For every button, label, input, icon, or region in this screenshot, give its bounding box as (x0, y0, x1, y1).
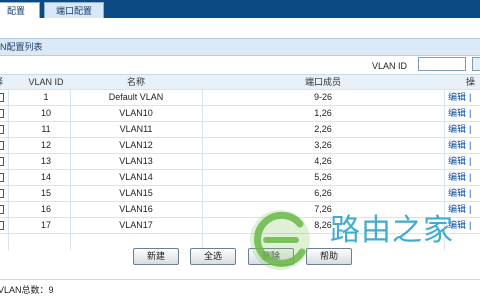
row-vlan-id: 11 (41, 124, 51, 134)
tab-port-config[interactable]: 端口配置 (44, 2, 104, 18)
tab-vlan-config[interactable]: 配置 (0, 2, 40, 18)
row-name: VLAN16 (119, 204, 153, 214)
row-checkbox[interactable] (0, 221, 4, 230)
row-vlan-id: 15 (40, 188, 51, 198)
row-name: VLAN13 (119, 156, 153, 166)
header-ops: 操 (466, 77, 476, 87)
header-ports: 端口成员 (304, 77, 341, 87)
row-vlan-id: 12 (40, 140, 51, 150)
vlan-total: VLAN总数：9 (0, 285, 54, 295)
watermark: 路由之家 (238, 200, 480, 280)
row-checkbox[interactable] (0, 141, 4, 150)
row-ports: 1,26 (314, 108, 332, 118)
row-name: VLAN17 (119, 220, 153, 230)
row-ports: 5,26 (314, 172, 332, 182)
row-vlan-id: 1 (43, 92, 49, 102)
row-ops: 编辑 | (448, 154, 480, 169)
row-checkbox[interactable] (0, 173, 4, 182)
row-checkbox[interactable] (0, 189, 4, 198)
section-title: N配置列表 (0, 42, 43, 52)
row-checkbox[interactable] (0, 109, 4, 118)
edit-link[interactable]: 编辑 (448, 140, 466, 150)
row-vlan-id: 10 (40, 108, 51, 118)
row-name: VLAN10 (119, 108, 153, 118)
edit-link[interactable]: 编辑 (448, 92, 466, 102)
row-vlan-id: 16 (40, 204, 51, 214)
vlan-id-filter-input[interactable] (418, 57, 466, 71)
row-ops: 编辑 | (448, 138, 480, 153)
vlan-id-filter-label: VLAN ID (372, 61, 408, 71)
table-row: 1 Default VLAN 9-26 编辑 | (0, 90, 480, 106)
ops-separator: | (469, 156, 472, 166)
ops-separator: | (469, 172, 472, 182)
header-name: 名称 (126, 77, 145, 87)
tab-bar: 配置 端口配置 (0, 0, 480, 18)
row-ops: 编辑 | (448, 186, 480, 201)
watermark-logo-icon (250, 210, 310, 270)
table-header-row: 择 VLAN ID 名称 端口成员 操 (0, 74, 480, 90)
row-name: VLAN12 (119, 140, 153, 150)
row-ports: 9-26 (313, 92, 332, 102)
edit-link[interactable]: 编辑 (448, 108, 466, 118)
section-header: N配置列表 (0, 38, 480, 56)
row-ops: 编辑 | (448, 106, 480, 121)
table-row: 14 VLAN14 5,26 编辑 | (0, 170, 480, 186)
row-ports: 6,26 (314, 188, 332, 198)
row-vlan-id: 17 (40, 220, 51, 230)
watermark-text: 路由之家 (330, 213, 454, 248)
table-row: 10 VLAN10 1,26 编辑 | (0, 106, 480, 122)
row-name: VLAN14 (119, 172, 153, 182)
select-all-button[interactable]: 全选 (190, 248, 236, 265)
row-vlan-id: 14 (40, 172, 51, 182)
row-checkbox[interactable] (0, 157, 4, 166)
table-row: 11 VLAN11 2,26 编辑 | (0, 122, 480, 138)
ops-separator: | (469, 92, 472, 102)
row-ops: 编辑 | (448, 122, 480, 137)
row-checkbox[interactable] (0, 205, 4, 214)
ops-separator: | (469, 140, 472, 150)
row-ops: 编辑 | (448, 90, 480, 105)
row-checkbox[interactable] (0, 125, 4, 134)
edit-link[interactable]: 编辑 (448, 172, 466, 182)
ops-separator: | (469, 188, 472, 198)
table-row: 13 VLAN13 4,26 编辑 | (0, 154, 480, 170)
row-ops: 编辑 | (448, 170, 480, 185)
row-ports: 3,26 (314, 140, 332, 150)
edit-link[interactable]: 编辑 (448, 124, 466, 134)
table-row: 12 VLAN12 3,26 编辑 | (0, 138, 480, 154)
new-button[interactable]: 新建 (133, 248, 179, 265)
row-vlan-id: 13 (40, 156, 51, 166)
row-ports: 4,26 (314, 156, 332, 166)
edit-link[interactable]: 编辑 (448, 188, 466, 198)
header-vlan-id: VLAN ID (28, 77, 64, 87)
row-name: Default VLAN (108, 92, 164, 102)
filter-search-button[interactable] (472, 57, 480, 71)
ops-separator: | (469, 124, 472, 134)
edit-link[interactable]: 编辑 (448, 156, 466, 166)
row-name: VLAN11 (119, 124, 153, 134)
row-checkbox[interactable] (0, 93, 4, 102)
row-name: VLAN15 (119, 188, 153, 198)
ops-separator: | (469, 108, 472, 118)
row-ports: 2,26 (314, 124, 332, 134)
header-select: 择 (0, 75, 6, 90)
